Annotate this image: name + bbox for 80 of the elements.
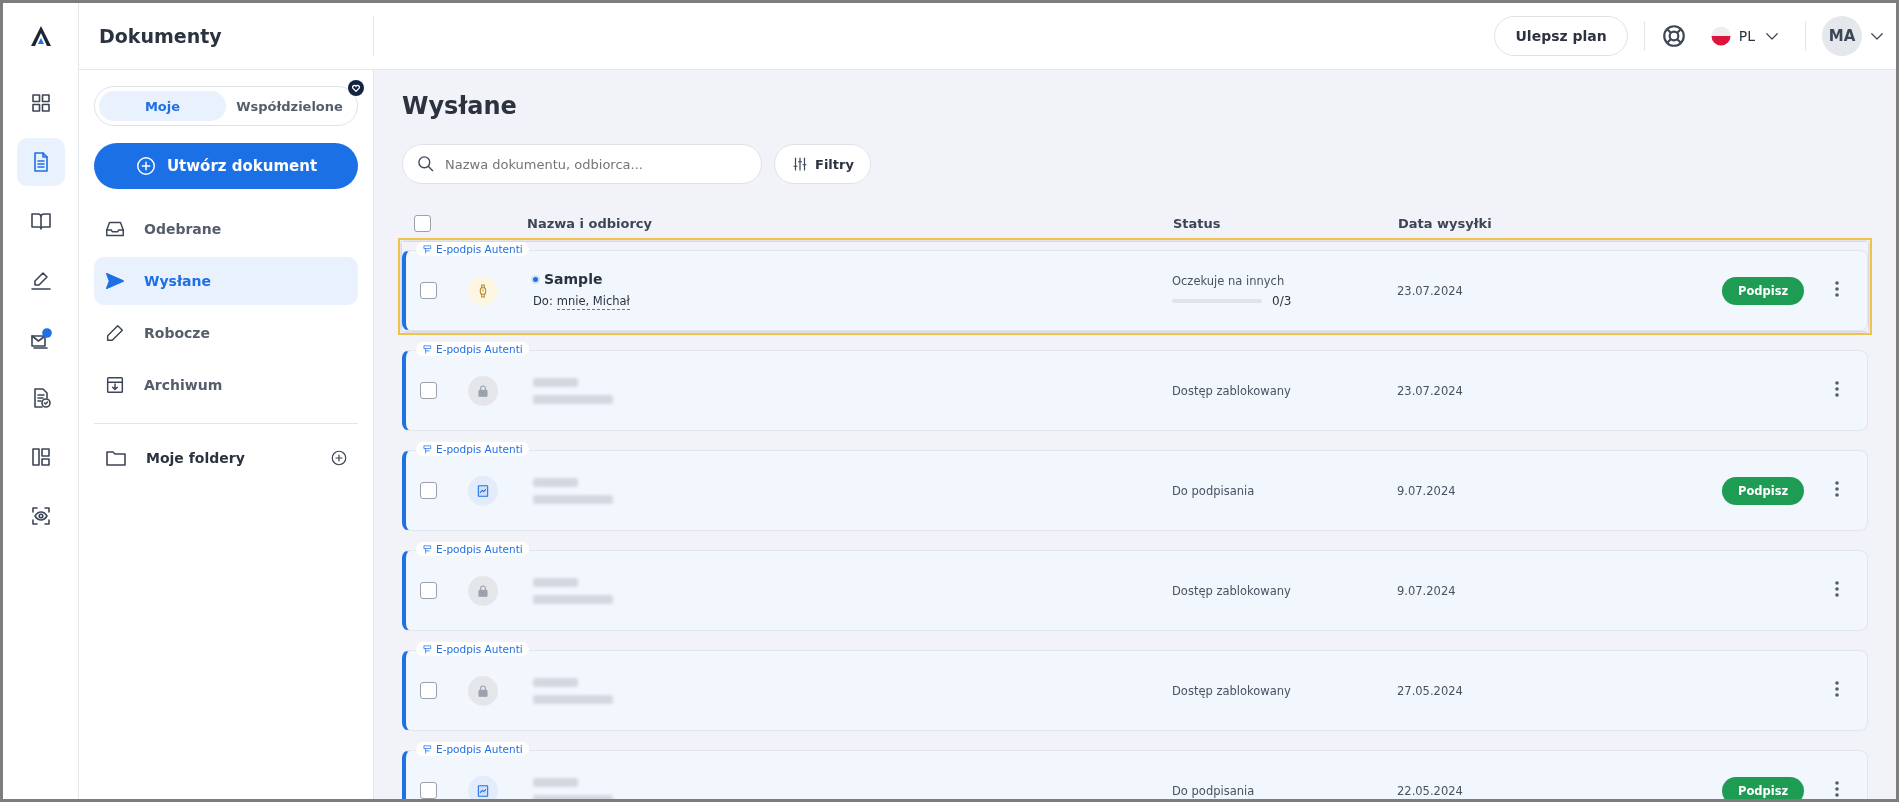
sign-button[interactable]: Podpisz [1722, 476, 1805, 505]
column-header: Data wysyłki [1398, 215, 1493, 231]
sidebar-item[interactable]: Robocze [94, 309, 358, 357]
pencil-icon [104, 322, 126, 344]
lock-icon [475, 682, 491, 699]
signature-icon [422, 543, 433, 555]
archive-icon [104, 374, 126, 396]
sent-date: 27.05.2024 [1397, 683, 1464, 698]
status-text: Do podpisania [1172, 483, 1256, 498]
search-field[interactable]: Nazwa dokumentu, odbiorca... [402, 144, 762, 184]
sidebar-item[interactable]: Archiwum [94, 361, 358, 409]
sent-date: 22.05.2024 [1397, 783, 1464, 798]
more-menu-icon[interactable] [1835, 581, 1839, 600]
sliders-icon [791, 155, 809, 173]
column-header: Status [1173, 215, 1222, 231]
status-text: Do podpisania [1172, 783, 1256, 798]
document-icon [475, 782, 491, 799]
add-folder-icon [330, 449, 348, 467]
unread-dot [533, 276, 538, 282]
sign-button[interactable]: Podpisz [1722, 276, 1805, 305]
filter-button[interactable]: Filtry [774, 144, 871, 184]
select-all-checkbox[interactable] [414, 214, 431, 232]
status-text: Dostęp zablokowany [1172, 383, 1292, 398]
row-checkbox[interactable] [420, 582, 437, 599]
signature-icon [422, 243, 433, 255]
lock-icon [475, 382, 491, 399]
logo-icon [28, 24, 53, 48]
lock-icon [475, 582, 491, 599]
more-menu-icon[interactable] [1835, 481, 1839, 500]
recipients-label: Do: [533, 294, 553, 310]
column-header: Nazwa i odbiorcy [527, 215, 654, 231]
signature-tag: E-podpis Autenti [416, 442, 529, 456]
sidebar-item[interactable]: Wysłane [94, 257, 358, 305]
tab[interactable]: Współdzielone [226, 91, 353, 121]
envelope-icon [28, 327, 53, 351]
signature-tag: E-podpis Autenti [416, 342, 529, 356]
page-title: Dokumenty [99, 25, 222, 47]
row-checkbox[interactable] [420, 482, 437, 499]
progress-count: 0/3 [1272, 293, 1292, 308]
tab[interactable]: Moje [99, 91, 226, 121]
row-checkbox[interactable] [420, 282, 437, 299]
send-icon [104, 270, 126, 292]
more-menu-icon[interactable] [1835, 281, 1839, 300]
sign-button[interactable]: Podpisz [1722, 776, 1805, 799]
row-checkbox[interactable] [420, 382, 437, 399]
document-icon [475, 482, 491, 499]
folders-label: Moje foldery [146, 450, 246, 466]
sent-date: 23.07.2024 [1397, 283, 1464, 298]
recipients-link[interactable]: mnie, Michał [556, 294, 630, 310]
heart-badge-icon [348, 80, 364, 96]
language-selector[interactable]: PL [1702, 26, 1789, 46]
sidebar-item[interactable]: Odebrane [94, 205, 358, 253]
signature-tag: E-podpis Autenti [416, 242, 529, 256]
help-icon[interactable] [1660, 23, 1687, 49]
signature-tag: E-podpis Autenti [416, 642, 529, 656]
more-menu-icon[interactable] [1835, 381, 1839, 400]
user-avatar[interactable]: MA [1822, 16, 1862, 56]
signature-tag: E-podpis Autenti [416, 542, 529, 556]
sent-date: 23.07.2024 [1397, 383, 1464, 398]
more-menu-icon[interactable] [1835, 781, 1839, 799]
sent-date: 9.07.2024 [1397, 483, 1457, 498]
sent-date: 9.07.2024 [1397, 583, 1457, 598]
flag-icon [1710, 26, 1731, 46]
more-menu-icon[interactable] [1835, 681, 1839, 700]
signature-icon [422, 343, 433, 355]
section-title: Wysłane [402, 91, 518, 122]
upgrade-button[interactable]: Ulepsz plan [1494, 16, 1628, 56]
status-text: Dostęp zablokowany [1172, 583, 1292, 598]
signature-icon [422, 443, 433, 455]
status-text: Oczekuje na innych [1172, 273, 1286, 288]
plus-circle-icon [134, 155, 157, 177]
signature-tag: E-podpis Autenti [416, 742, 529, 756]
search-icon [416, 154, 436, 174]
row-checkbox[interactable] [420, 682, 437, 699]
signature-icon [422, 743, 433, 755]
create-document-button[interactable]: Utwórz dokument [94, 143, 358, 189]
row-checkbox[interactable] [420, 782, 437, 799]
signature-icon [422, 643, 433, 655]
document-title: Sample [544, 271, 603, 287]
status-text: Dostęp zablokowany [1172, 683, 1292, 698]
